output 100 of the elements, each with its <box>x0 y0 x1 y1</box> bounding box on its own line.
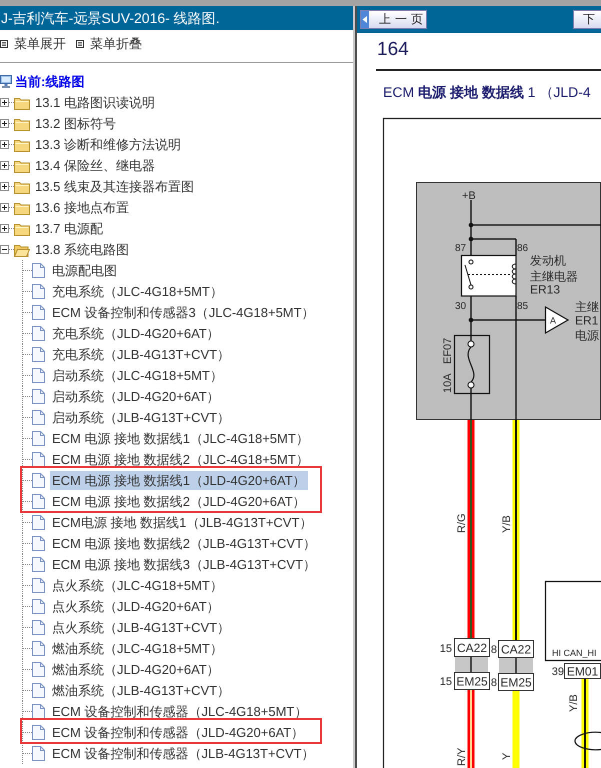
document-icon <box>32 578 45 593</box>
connector-tag: EM25 <box>454 672 490 690</box>
tree-item[interactable]: 13.3 诊断和维修方法说明 <box>33 135 183 154</box>
document-icon <box>32 263 45 278</box>
tree-item[interactable]: 13.4 保险丝、继电器 <box>33 156 157 175</box>
connector-tag: EM25 <box>498 673 534 691</box>
tree-item[interactable]: ECM 电源 接地 数据线3（JLB-4G13T+CVT） <box>50 555 318 574</box>
document-icon <box>32 662 45 677</box>
collapse-menu-button[interactable]: 菜单折叠 <box>76 36 142 52</box>
tree-item[interactable]: 燃油系统（JLC-4G18+5MT） <box>50 639 225 658</box>
expand-icon[interactable] <box>0 182 9 191</box>
connector-body <box>455 657 488 672</box>
tree-item[interactable]: 13.1 电路图识读说明 <box>33 93 157 112</box>
tree-item[interactable]: 燃油系统（JLB-4G13T+CVT） <box>50 681 232 700</box>
tree-item[interactable]: ECM 设备控制和传感器3（JLC-4G18+5MT） <box>50 303 317 322</box>
relay-label: 主继电器 <box>530 270 578 284</box>
tree-item[interactable]: ECM 设备控制和传感器（JLC-4G18+5MT） <box>50 702 310 721</box>
document-icon <box>32 704 45 719</box>
expand-icon[interactable] <box>0 224 9 233</box>
document-icon <box>32 389 45 404</box>
tree-item[interactable]: 13.8 系统电路图 <box>33 240 131 259</box>
folder-icon <box>14 138 30 152</box>
document-icon <box>32 557 45 572</box>
tree-item[interactable]: 电源配电图 <box>50 261 119 280</box>
document-icon <box>32 347 45 362</box>
expand-menu-button[interactable]: 菜单展开 <box>0 36 66 52</box>
connector-tag: CA22 <box>454 638 490 657</box>
tree-item[interactable]: ECM 设备控制和传感器（JLD-4G20+6AT） <box>50 723 306 742</box>
document-icon <box>32 494 45 509</box>
collapse-icon[interactable] <box>0 245 9 254</box>
folder-icon <box>14 116 30 130</box>
tree-item[interactable]: 点火系统（JLD-4G20+6AT） <box>50 597 222 616</box>
tree-item[interactable]: ECM 电源 接地 数据线2（JLB-4G13T+CVT） <box>50 534 318 553</box>
tree-item[interactable]: 13.7 电源配 <box>33 219 105 238</box>
tree-item[interactable]: 充电系统（JLD-4G20+6AT） <box>50 324 222 343</box>
document-icon <box>32 326 45 341</box>
tree-item[interactable]: ECM 电源 接地 数据线1（JLD-4G20+6AT） <box>50 471 308 490</box>
next-page-button[interactable]: 下 <box>573 10 601 29</box>
expand-icon[interactable] <box>0 119 9 128</box>
tree-item[interactable]: ECM 电源 接地 数据线2（JLD-4G20+6AT） <box>50 492 308 511</box>
pin-label: HI CAN_HI <box>552 648 597 658</box>
wire-color-label: R/Y <box>456 748 468 766</box>
pin-number: 87 <box>455 243 466 254</box>
list-box-icon <box>76 40 84 48</box>
document-icon <box>32 725 45 740</box>
tree-item[interactable]: 燃油系统（JLD-4G20+6AT） <box>50 660 222 679</box>
window-title: J-吉利汽车-远景SUV-2016- 线路图. <box>1 10 220 26</box>
folder-icon <box>14 200 30 214</box>
document-icon <box>32 473 45 488</box>
tree-item[interactable]: 启动系统（JLC-4G18+5MT） <box>50 366 225 385</box>
tree-item[interactable]: 充电系统（JLB-4G13T+CVT） <box>50 345 232 364</box>
relay-label: 发动机 <box>530 254 566 268</box>
pin-number: 39 <box>552 666 564 678</box>
folder-icon <box>14 158 30 172</box>
expand-icon[interactable] <box>0 161 9 170</box>
junction-dot-icon <box>468 318 474 322</box>
tree-item[interactable]: 启动系统（JLB-4G13T+CVT） <box>50 408 232 427</box>
document-icon <box>32 431 45 446</box>
computer-icon <box>0 75 12 88</box>
circuit-line <box>470 388 472 420</box>
tree-item[interactable]: 点火系统（JLC-4G18+5MT） <box>50 576 225 595</box>
tree-item[interactable]: 13.5 线束及其连接器布置图 <box>33 177 196 196</box>
document-icon <box>32 536 45 551</box>
tree-item[interactable]: ECM 设备控制和传感器（JLB-4G13T+CVT） <box>50 744 317 763</box>
folder-icon <box>14 180 30 194</box>
document-icon <box>32 683 45 698</box>
reference-label: 主继 <box>575 300 599 314</box>
tree-item[interactable]: 充电系统（JLC-4G18+5MT） <box>50 282 225 301</box>
tree-item[interactable]: 13.6 接地点布置 <box>33 198 131 217</box>
folder-icon <box>14 222 30 236</box>
pin-number: 30 <box>455 301 466 312</box>
tree-item[interactable]: ECM 电源 接地 数据线2（JLC-4G18+5MT） <box>50 450 311 469</box>
expand-icon[interactable] <box>0 140 9 149</box>
document-icon <box>32 599 45 614</box>
wire-color-label: Y/B <box>501 515 513 533</box>
connector-tag: CA22 <box>498 640 534 658</box>
pin-number: 85 <box>517 301 528 312</box>
expand-icon[interactable] <box>0 98 9 107</box>
reference-label: ER1 <box>575 314 598 328</box>
tree-item[interactable]: ECM 电源 接地 数据线1（JLC-4G18+5MT） <box>50 429 311 448</box>
fuse-code: EF07 <box>442 338 454 364</box>
tree-item[interactable]: 点火系统（JLB-4G13T+CVT） <box>50 618 232 637</box>
supply-label: +B <box>462 190 476 202</box>
previous-page-button[interactable]: 上一页 <box>360 10 427 29</box>
pin-number: 15 <box>440 643 452 655</box>
relay-symbol <box>460 254 517 297</box>
reference-label: 电源 <box>575 328 599 342</box>
relay-label: ER13 <box>530 282 560 296</box>
tree-item[interactable]: ECM电源 接地 数据线1（JLB-4G13T+CVT） <box>50 513 314 532</box>
tree-item[interactable]: 13.2 图标符号 <box>33 114 118 133</box>
pin-number: 8 <box>490 644 497 656</box>
connector-body <box>499 658 533 673</box>
tree-item[interactable]: 启动系统（JLD-4G20+6AT） <box>50 387 222 406</box>
document-icon <box>32 620 45 635</box>
pin-number: 8 <box>490 677 497 689</box>
document-icon <box>32 452 45 467</box>
current-location-label: 当前:线路图 <box>14 72 86 90</box>
junction-dot-icon <box>468 236 474 242</box>
document-icon <box>32 410 45 425</box>
expand-icon[interactable] <box>0 203 9 212</box>
